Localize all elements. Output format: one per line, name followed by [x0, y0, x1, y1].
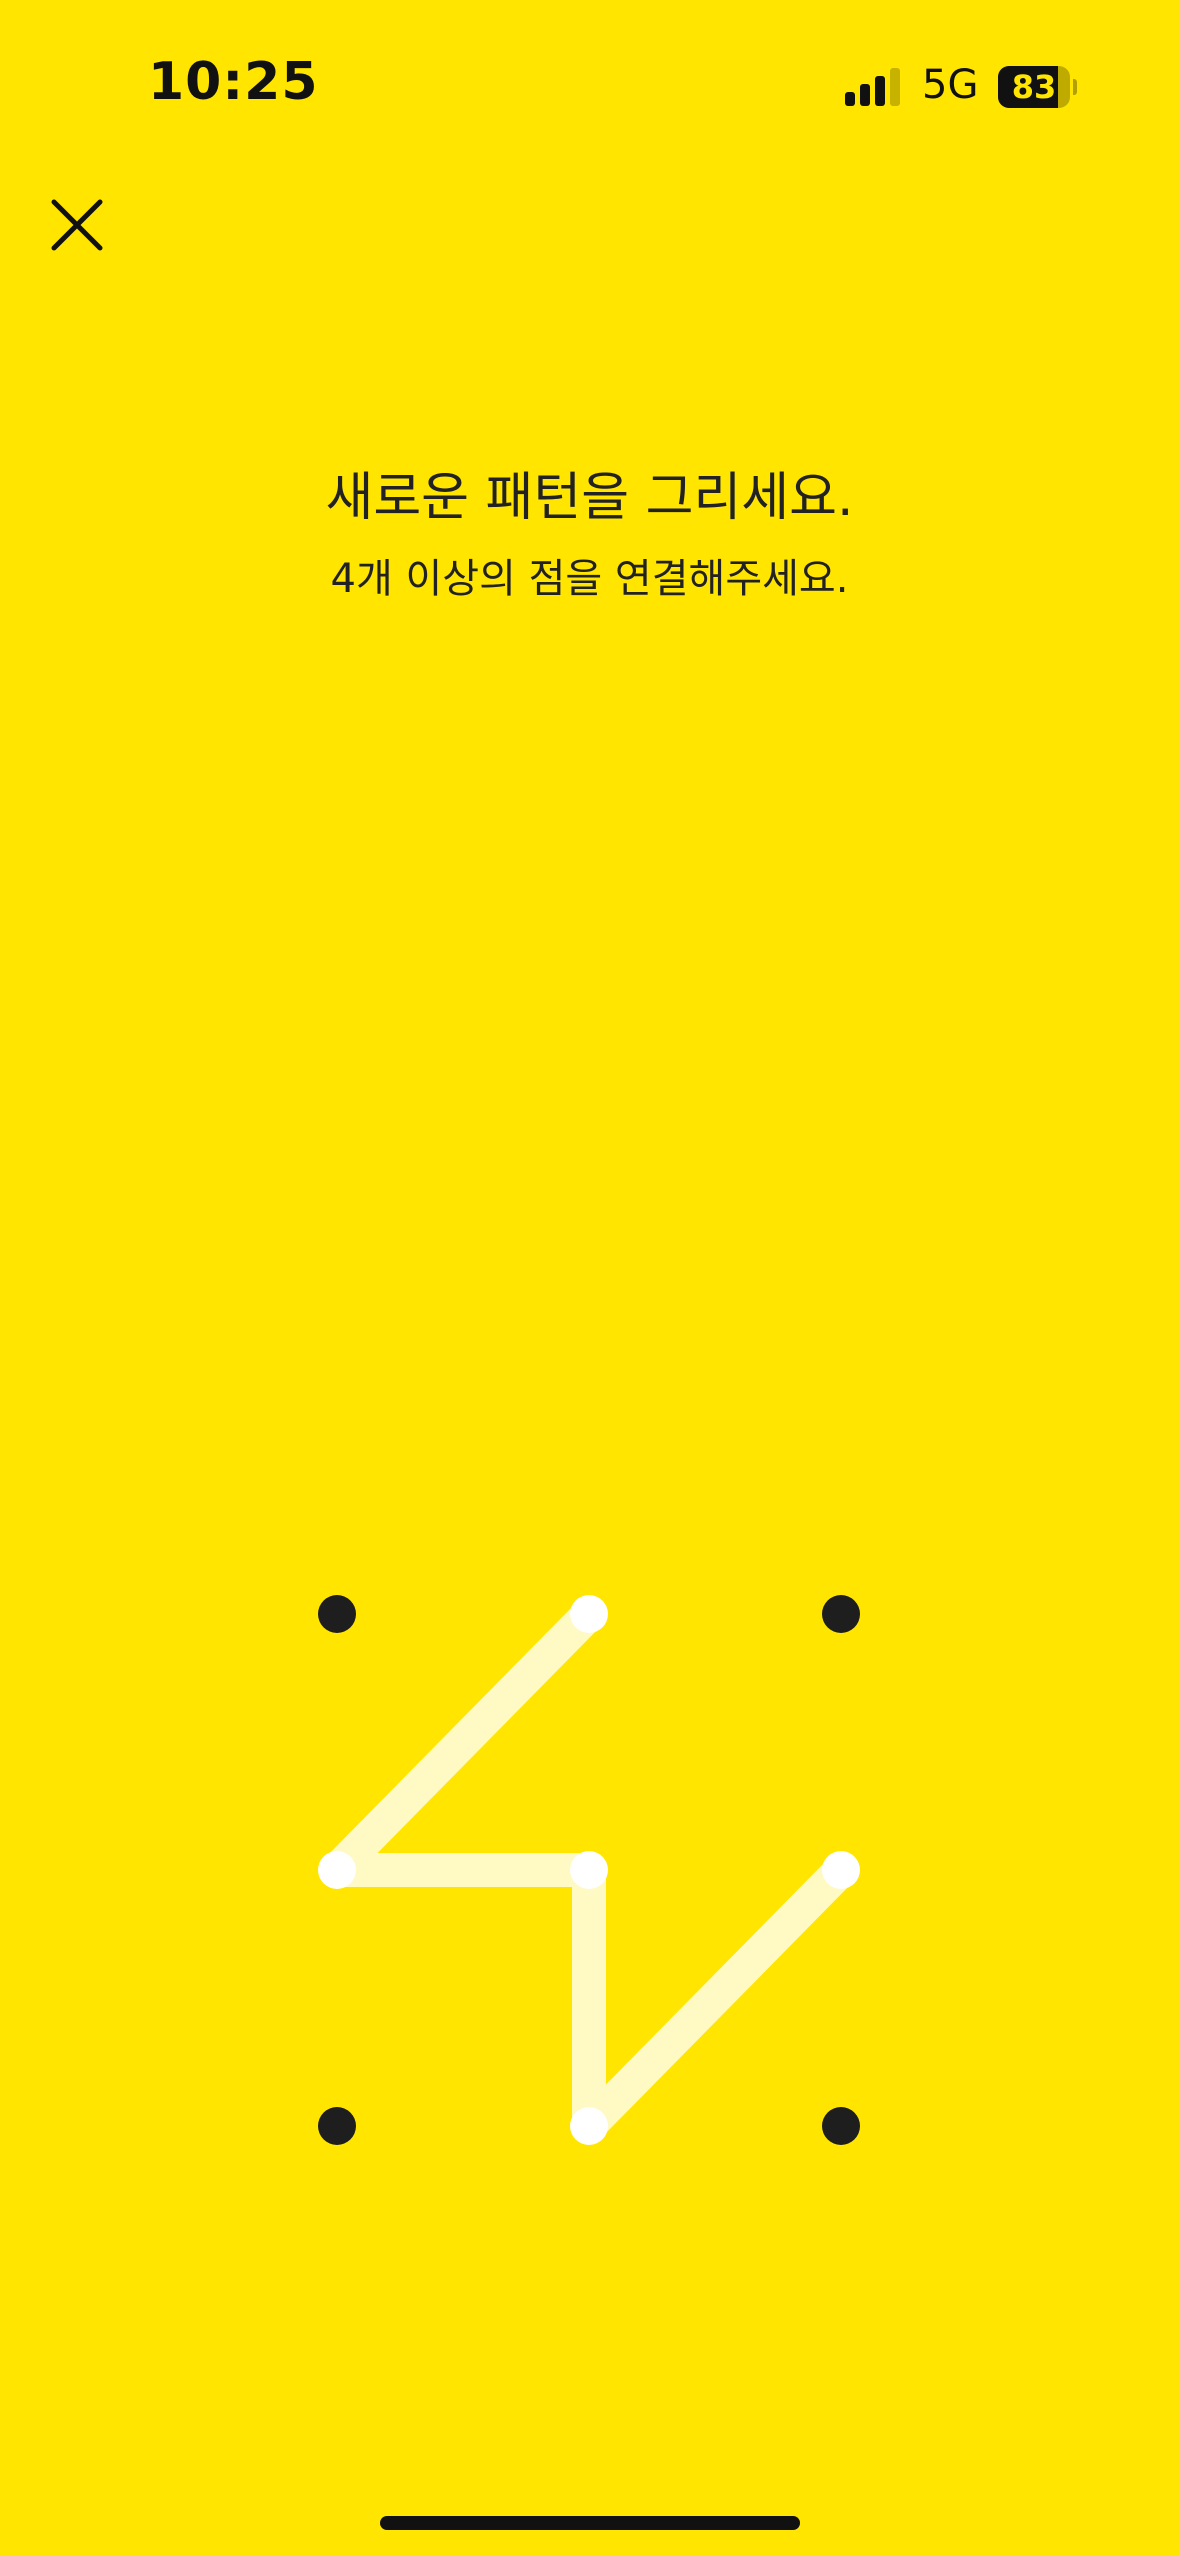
pattern-line-segment [572, 1853, 858, 2143]
home-indicator[interactable] [380, 2516, 800, 2530]
pattern-dot-4[interactable] [318, 1851, 356, 1889]
pattern-dot-2[interactable] [570, 1595, 608, 1633]
pattern-grid[interactable] [0, 0, 1179, 2556]
pattern-dot-8[interactable] [570, 2107, 608, 2145]
pattern-dot-5[interactable] [570, 1851, 608, 1889]
pattern-dot-1[interactable] [318, 1595, 356, 1633]
pattern-pad[interactable] [0, 0, 1179, 2556]
pattern-dot-6[interactable] [822, 1851, 860, 1889]
pattern-dot-9[interactable] [822, 2107, 860, 2145]
pattern-line-segment [320, 1597, 606, 1887]
pattern-dot-7[interactable] [318, 2107, 356, 2145]
pattern-dot-3[interactable] [822, 1595, 860, 1633]
